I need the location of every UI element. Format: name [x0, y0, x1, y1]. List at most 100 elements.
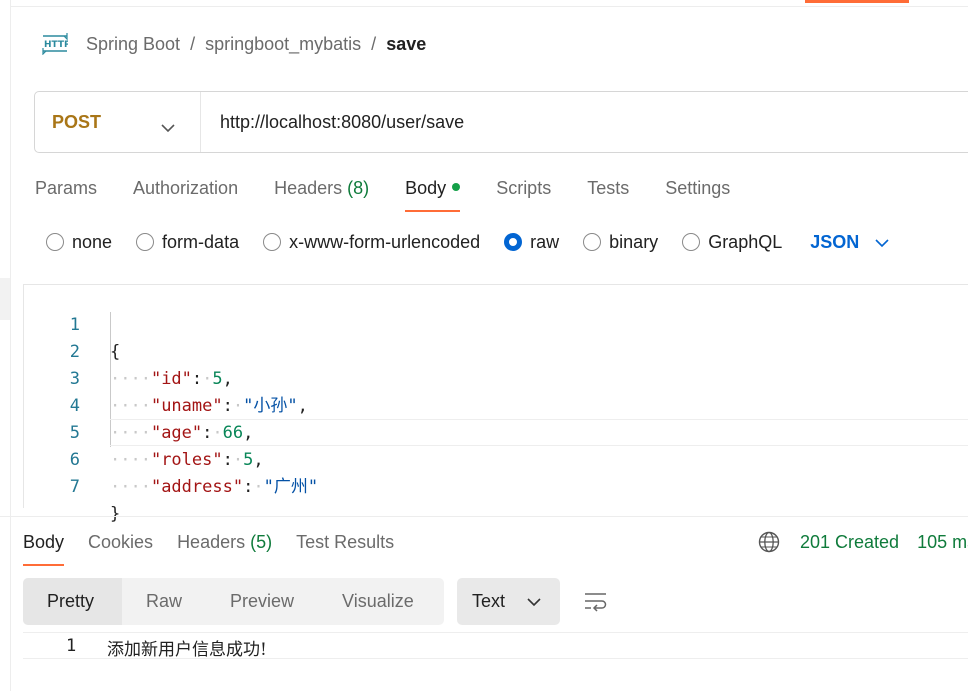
view-preview-button[interactable]: Preview — [206, 578, 318, 625]
json-key: "id" — [150, 369, 192, 389]
tab-label: Params — [35, 178, 98, 198]
tab-label: Test Results — [296, 532, 395, 552]
response-format-label: Text — [472, 591, 506, 611]
top-separator — [10, 6, 968, 7]
radio-label: raw — [530, 231, 560, 252]
status-code[interactable]: 201 Created — [800, 532, 899, 553]
radio-button[interactable] — [136, 233, 155, 251]
breadcrumb-folder[interactable]: springboot_mybatis — [205, 34, 361, 55]
tab-response-headers[interactable]: Headers (5) — [177, 526, 272, 566]
response-view-toggle: Pretty Raw Preview Visualize — [23, 578, 444, 625]
tab-label: Headers — [274, 178, 343, 198]
view-pretty-button[interactable]: Pretty — [23, 578, 122, 625]
json-value: 66 — [222, 423, 244, 443]
url-input[interactable]: http://localhost:8080/user/save — [201, 112, 464, 133]
radio-button[interactable] — [46, 233, 64, 251]
request-url-bar: POST http://localhost:8080/user/save — [34, 91, 968, 153]
response-body-text[interactable]: 添加新用户信息成功! — [107, 635, 267, 660]
code-line: 6 ····"address":·"广州" — [24, 420, 318, 497]
line-number: 7 — [69, 477, 80, 497]
breadcrumb-collection[interactable]: Spring Boot — [86, 34, 180, 55]
radio-button-checked[interactable] — [504, 233, 523, 251]
radio-label: x-www-form-urlencoded — [289, 231, 481, 252]
tab-tests[interactable]: Tests — [587, 172, 629, 212]
raw-format-select[interactable]: JSON — [810, 232, 889, 253]
radio-none[interactable]: none — [46, 232, 112, 253]
json-value: "广州" — [263, 477, 319, 497]
json-key: "uname" — [150, 396, 223, 416]
sidebar-handle[interactable] — [0, 278, 10, 320]
raw-format-label: JSON — [810, 231, 860, 252]
json-value: 5 — [243, 450, 254, 470]
radio-button[interactable] — [682, 233, 701, 251]
json-value: 5 — [212, 369, 223, 389]
radio-form-data[interactable]: form-data — [136, 232, 239, 253]
code-line: 4 ····"age":·66, — [24, 366, 254, 443]
tab-label: Authorization — [133, 178, 239, 198]
tab-body[interactable]: Body — [405, 172, 461, 212]
radio-label: none — [72, 231, 113, 252]
request-body-editor[interactable]: 1 { 2 ····"id":·5, 3 ····"uname":·"小孙", … — [23, 284, 968, 524]
json-value: "小孙" — [243, 396, 298, 416]
breadcrumb-current-request[interactable]: save — [386, 34, 426, 55]
code-line: 2 ····"id":·5, — [24, 312, 233, 389]
active-tab-indicator — [805, 0, 909, 3]
modified-dot-icon — [452, 183, 461, 191]
radio-label: GraphQL — [708, 231, 783, 252]
tab-label: Body — [23, 532, 65, 552]
json-key: "address" — [150, 477, 244, 497]
view-visualize-button[interactable]: Visualize — [318, 578, 438, 625]
code-line: 1 { — [24, 285, 121, 362]
tab-scripts[interactable]: Scripts — [496, 172, 551, 212]
tab-label: Headers — [177, 532, 246, 552]
tab-label: Tests — [587, 178, 630, 198]
body-type-options: none form-data x-www-form-urlencoded raw… — [46, 228, 889, 256]
code-text: } — [110, 504, 121, 524]
line-number: 1 — [66, 636, 77, 656]
tab-label: Cookies — [88, 532, 154, 552]
breadcrumb: HTTP Spring Boot / springboot_mybatis / … — [42, 28, 426, 60]
radio-graphql[interactable]: GraphQL — [682, 232, 782, 253]
radio-raw[interactable]: raw — [504, 232, 559, 253]
tab-authorization[interactable]: Authorization — [133, 172, 238, 212]
radio-button[interactable] — [263, 233, 282, 251]
response-format-select[interactable]: Text — [457, 578, 560, 625]
tab-response-body[interactable]: Body — [23, 526, 65, 566]
globe-icon[interactable] — [758, 531, 780, 553]
view-raw-button[interactable]: Raw — [122, 578, 206, 625]
json-key: "age" — [150, 423, 203, 443]
tab-cookies[interactable]: Cookies — [88, 526, 153, 566]
request-tabs: Params Authorization Headers (8) Body Sc… — [35, 172, 766, 212]
code-line: 5 ····"roles":·5, — [24, 393, 264, 470]
radio-button[interactable] — [583, 233, 602, 251]
radio-urlencoded[interactable]: x-www-form-urlencoded — [263, 232, 480, 253]
breadcrumb-separator: / — [371, 33, 377, 54]
radio-binary[interactable]: binary — [583, 232, 658, 253]
tab-count: (8) — [347, 178, 370, 198]
tab-headers[interactable]: Headers (8) — [274, 172, 369, 212]
breadcrumb-separator: / — [190, 33, 196, 54]
radio-label: form-data — [162, 231, 240, 252]
response-tabs: Body Cookies Headers (5) Test Results — [23, 526, 418, 566]
tab-settings[interactable]: Settings — [665, 172, 730, 212]
method-label: POST — [52, 111, 102, 132]
panel-divider[interactable] — [0, 516, 968, 517]
method-select[interactable]: POST — [35, 92, 201, 152]
tab-params[interactable]: Params — [35, 172, 97, 212]
json-key: "roles" — [150, 450, 223, 470]
tab-count: (5) — [250, 532, 273, 552]
tab-label: Settings — [665, 178, 731, 198]
radio-label: binary — [609, 231, 659, 252]
chevron-down-icon — [161, 117, 175, 138]
chevron-down-icon — [527, 591, 541, 612]
tab-test-results[interactable]: Test Results — [296, 526, 394, 566]
response-status: 201 Created 105 ms — [758, 530, 968, 554]
tab-label: Scripts — [496, 178, 552, 198]
sidebar-edge — [10, 0, 11, 691]
http-icon: HTTP — [42, 31, 68, 57]
code-text: { — [110, 342, 121, 362]
code-line: 3 ····"uname":·"小孙", — [24, 339, 308, 416]
wrap-lines-icon[interactable] — [583, 590, 609, 617]
response-time[interactable]: 105 ms — [917, 532, 968, 553]
tab-label: Body — [405, 178, 447, 198]
